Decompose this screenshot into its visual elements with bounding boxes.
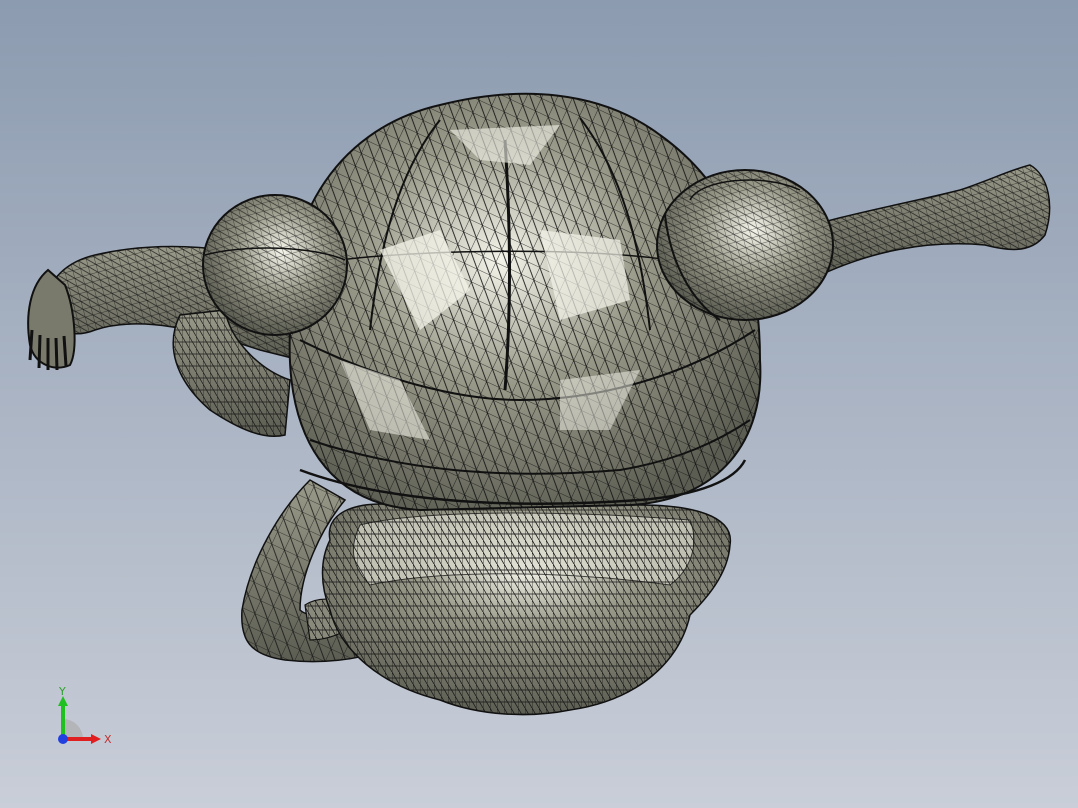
3d-viewport[interactable]: Y X <box>0 0 1078 808</box>
right-eye <box>656 169 834 321</box>
y-axis-label: Y <box>58 685 66 698</box>
left-eye <box>202 194 348 336</box>
coordinate-triad: Y X <box>58 685 112 746</box>
x-axis-label: X <box>104 733 112 746</box>
wireframe-model[interactable] <box>0 0 1078 808</box>
z-axis-dot <box>58 734 68 744</box>
x-axis-arrowhead <box>91 734 101 744</box>
